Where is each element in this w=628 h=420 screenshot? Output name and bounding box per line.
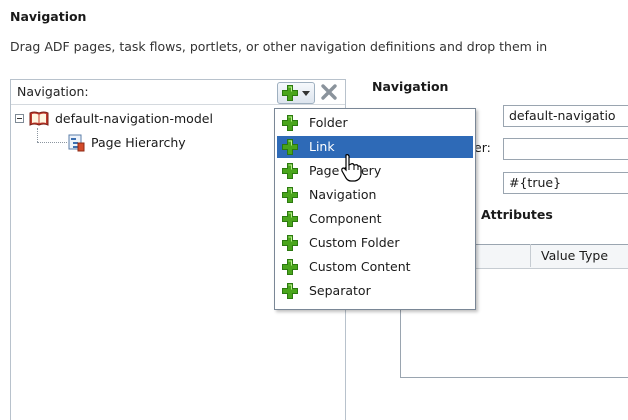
menu-item-label: Folder [309, 115, 348, 130]
collapse-toggle-icon[interactable] [15, 114, 24, 123]
add-menu: Folder Link Page Query Navigation Component C… [274, 108, 476, 310]
plus-icon [281, 282, 299, 300]
navigation-panel-header: Navigation: [11, 80, 345, 105]
menu-item-label: Separator [309, 283, 371, 298]
chevron-down-icon [302, 91, 310, 96]
menu-item-custom-folder[interactable]: Custom Folder [277, 232, 473, 254]
visible-field[interactable]: #{true} [503, 172, 628, 194]
menu-item-component[interactable]: Component [277, 208, 473, 230]
tree-node-label: Page Hierarchy [91, 135, 186, 150]
section-title: Navigation [10, 9, 87, 24]
plus-icon [281, 258, 299, 276]
field-label: er: [474, 140, 491, 155]
text-field[interactable] [503, 138, 628, 160]
menu-item-folder[interactable]: Folder [277, 112, 473, 134]
plus-icon [281, 162, 299, 180]
plus-icon [281, 234, 299, 252]
menu-item-custom-content[interactable]: Custom Content [277, 256, 473, 278]
plus-icon [281, 138, 299, 156]
column-header-value-type[interactable]: Value Type [541, 248, 608, 263]
menu-item-label: Link [309, 139, 335, 154]
tree-connector [37, 142, 67, 144]
section-description: Drag ADF pages, task flows, portlets, or… [10, 39, 548, 54]
plus-icon [282, 85, 298, 101]
menu-item-label: Component [309, 211, 382, 226]
column-divider [530, 244, 531, 267]
plus-icon [281, 210, 299, 228]
plus-icon [281, 186, 299, 204]
menu-item-link[interactable]: Link [277, 136, 473, 158]
book-icon [29, 111, 49, 126]
tree-node-label: default-navigation-model [55, 111, 213, 126]
menu-item-separator[interactable]: Separator [277, 280, 473, 302]
menu-item-label: Navigation [309, 187, 377, 202]
menu-item-page-query[interactable]: Page Query [277, 160, 473, 182]
delete-icon[interactable] [319, 82, 339, 102]
page-hierarchy-icon [68, 134, 85, 152]
navigation-panel-label: Navigation: [17, 84, 89, 99]
add-dropdown-button[interactable] [277, 82, 315, 104]
menu-item-label: Custom Content [309, 259, 411, 274]
tree-connector [37, 128, 39, 142]
id-field[interactable]: default-navigatio [503, 105, 628, 127]
plus-icon [281, 114, 299, 132]
hand-cursor-icon [341, 154, 362, 182]
properties-title: Navigation [372, 79, 449, 94]
menu-item-label: Custom Folder [309, 235, 400, 250]
attributes-title: Attributes [481, 207, 553, 222]
menu-item-navigation[interactable]: Navigation [277, 184, 473, 206]
